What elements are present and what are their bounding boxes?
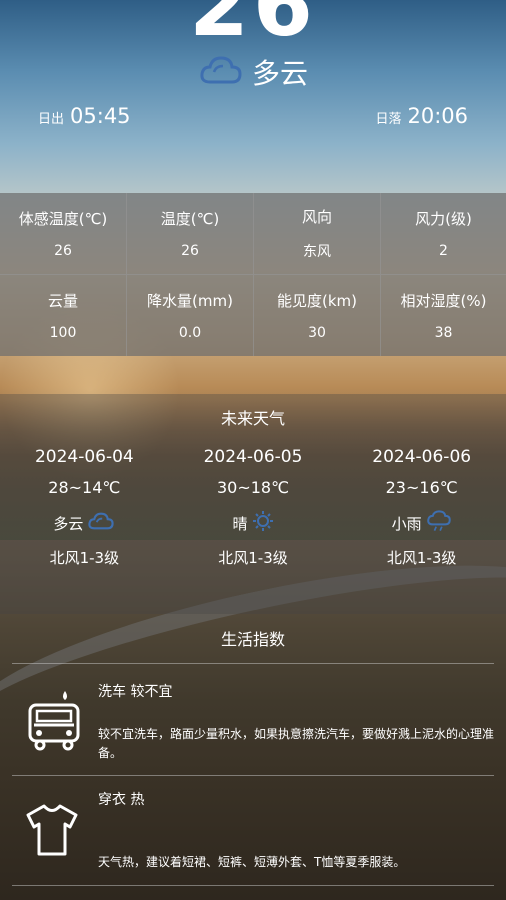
detail-label: 风力(级) xyxy=(415,210,472,228)
sunset-time: 20:06 xyxy=(407,104,468,128)
sunrise: 日出 05:45 xyxy=(38,104,131,128)
sunset: 日落 20:06 xyxy=(375,104,468,128)
detail-value: 26 xyxy=(181,243,199,259)
detail-humidity: 相对湿度(%) 38 xyxy=(381,275,506,356)
life-index-desc: 较不宜洗车，路面少量积水，如果执意擦洗汽车，要做好溅上泥水的心理准备。 xyxy=(98,727,495,760)
forecast-day: 2024-06-05 30~18℃ 晴 北风1-3级 xyxy=(169,442,338,574)
forecast-day: 2024-06-06 23~16℃ 小雨 北风1-3级 xyxy=(337,442,506,574)
detail-label: 相对湿度(%) xyxy=(400,292,487,310)
detail-value: 38 xyxy=(434,325,453,341)
detail-wind-force: 风力(级) 2 xyxy=(381,193,506,275)
forecast-day: 2024-06-04 28~14℃ 多云 北风1-3级 xyxy=(0,442,169,574)
detail-value: 26 xyxy=(54,243,72,259)
life-index-level: 热 xyxy=(130,792,145,808)
forecast-condition-text: 晴 xyxy=(232,514,248,533)
cloud-icon xyxy=(198,52,244,92)
forecast-temp-range: 28~14℃ xyxy=(48,478,121,497)
detail-label: 风向 xyxy=(301,208,332,226)
detail-value: 30 xyxy=(308,325,326,341)
life-index-head: 穿衣 热 xyxy=(98,789,144,809)
forecast-temp-range: 30~18℃ xyxy=(216,478,290,497)
sunrise-label: 日出 xyxy=(38,112,65,127)
life-index-car-wash: 洗车 较不宜 较不宜洗车，路面少量积水，如果执意擦洗汽车，要做好溅上泥水的心理准… xyxy=(0,663,506,775)
cloud-icon xyxy=(87,510,115,536)
life-index-desc: 天气热，建议着短裙、短裤、短薄外套、T恤等夏季服装。 xyxy=(98,855,406,869)
forecast-wind: 北风1-3级 xyxy=(218,549,288,567)
detail-visibility: 能见度(km) 30 xyxy=(254,275,381,356)
forecast-wind: 北风1-3级 xyxy=(386,549,457,567)
forecast-panel: 未来天气 2024-06-04 28~14℃ 多云 北风1-3级 2024-06… xyxy=(0,394,506,614)
shirt-icon xyxy=(24,803,80,861)
detail-feels-like: 体感温度(℃) 26 xyxy=(0,193,127,275)
rain-icon xyxy=(426,509,452,537)
divider xyxy=(12,885,494,886)
forecast-wind: 北风1-3级 xyxy=(49,549,120,567)
sunrise-time: 05:45 xyxy=(70,104,131,128)
detail-temperature: 温度(℃) 26 xyxy=(127,193,254,275)
detail-value: 0.0 xyxy=(178,325,202,341)
sun-times: 日出 05:45 日落 20:06 xyxy=(38,104,468,128)
forecast-date: 2024-06-04 xyxy=(34,447,134,467)
forecast-condition-text: 小雨 xyxy=(391,514,422,533)
life-index-title: 生活指数 xyxy=(220,630,285,649)
weather-details-grid: 体感温度(℃) 26 温度(℃) 26 风向 东风 风力(级) 2 云量 100… xyxy=(0,193,506,356)
detail-label: 云量 xyxy=(47,292,78,310)
detail-wind-direction: 风向 东风 xyxy=(254,193,381,275)
life-index-clothing: 穿衣 热 天气热，建议着短裙、短裤、短薄外套、T恤等夏季服装。 xyxy=(0,775,506,885)
life-index-name: 穿衣 xyxy=(98,792,126,808)
life-index-head: 洗车 较不宜 xyxy=(98,681,172,701)
detail-label: 温度(℃) xyxy=(160,210,220,228)
forecast-temp-range: 23~16℃ xyxy=(385,478,458,497)
forecast-condition: 晴 xyxy=(233,504,274,542)
detail-value: 100 xyxy=(49,325,77,341)
detail-value: 东风 xyxy=(303,244,331,260)
detail-label: 降水量(mm) xyxy=(147,292,233,310)
detail-cloud-cover: 云量 100 xyxy=(0,275,127,356)
life-index-name: 洗车 xyxy=(98,684,126,700)
forecast-date: 2024-06-06 xyxy=(372,447,472,467)
detail-label: 能见度(km) xyxy=(276,292,357,310)
forecast-condition-text: 多云 xyxy=(53,514,84,533)
sun-icon xyxy=(252,510,274,536)
current-condition-text: 多云 xyxy=(251,57,308,90)
detail-label: 体感温度(℃) xyxy=(18,210,108,228)
forecast-condition: 多云 xyxy=(53,504,115,542)
detail-value: 2 xyxy=(439,243,448,259)
current-temperature: 26 xyxy=(189,0,317,56)
life-index-level: 较不宜 xyxy=(130,684,173,700)
detail-precipitation: 降水量(mm) 0.0 xyxy=(127,275,254,356)
forecast-date: 2024-06-05 xyxy=(203,447,303,467)
forecast-condition: 小雨 xyxy=(392,504,452,542)
car-wash-icon xyxy=(24,689,84,755)
sunset-label: 日落 xyxy=(375,112,402,127)
current-condition: 多云 xyxy=(0,52,506,92)
forecast-title: 未来天气 xyxy=(220,409,285,428)
